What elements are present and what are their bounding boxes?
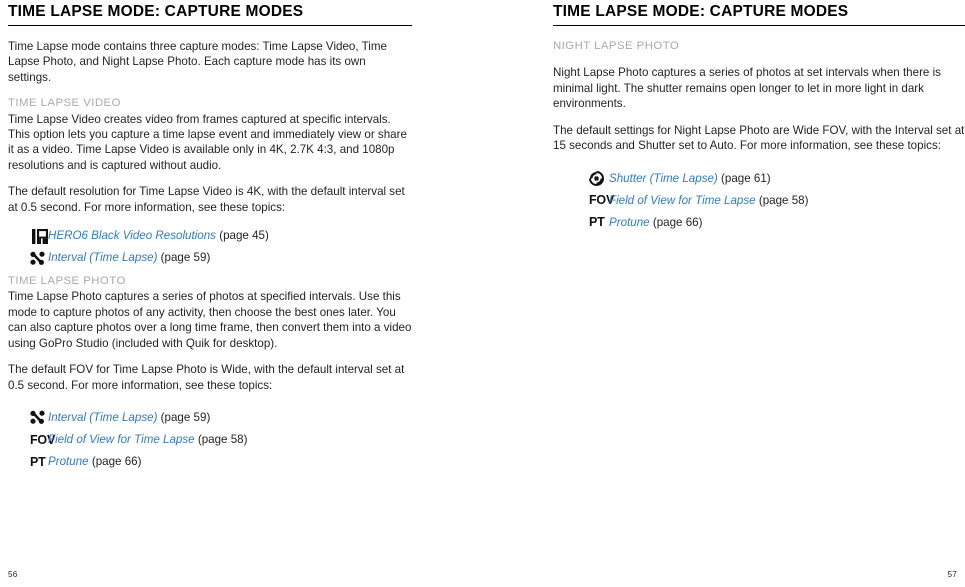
fov-icon: FOV xyxy=(553,194,614,207)
right-page: TIME LAPSE MODE: CAPTURE MODES NIGHT LAP… xyxy=(483,0,965,587)
protune-icon-label: PT xyxy=(589,215,605,230)
intro-paragraph: Time Lapse mode contains three capture m… xyxy=(8,40,387,84)
cross-reference-label: Protune (page 66) xyxy=(609,215,702,230)
list-item[interactable]: FOV Field of View for Time Lapse (page 5… xyxy=(8,430,412,450)
right-page-column: TIME LAPSE MODE: CAPTURE MODES NIGHT LAP… xyxy=(553,0,965,234)
cross-reference-link[interactable]: Protune xyxy=(48,455,89,468)
cross-reference-link[interactable]: Shutter (Time Lapse) xyxy=(609,172,718,185)
cross-reference-link[interactable]: Protune xyxy=(609,216,650,229)
page-number-left: 56 xyxy=(8,570,18,579)
interval-icon xyxy=(8,251,48,266)
cross-reference-link[interactable]: Interval (Time Lapse) xyxy=(48,251,157,264)
page-number-right: 57 xyxy=(947,570,957,579)
cross-reference-list-photo: Interval (Time Lapse) (page 59) FOV Fiel… xyxy=(8,408,412,472)
interval-icon xyxy=(8,410,48,425)
shutter-icon xyxy=(553,170,609,186)
page-reference: (page 66) xyxy=(652,215,703,229)
list-item[interactable]: PT Protune (page 66) xyxy=(8,452,412,472)
section-body2-time-lapse-video: The default resolution for Time Lapse Vi… xyxy=(8,185,405,214)
left-page-column: TIME LAPSE MODE: CAPTURE MODES Time Laps… xyxy=(8,0,412,474)
list-item[interactable]: Interval (Time Lapse) (page 59) xyxy=(8,408,412,428)
section-body-night-lapse-photo: Night Lapse Photo captures a series of p… xyxy=(553,66,941,111)
cross-reference-label: Field of View for Time Lapse (page 58) xyxy=(609,193,808,208)
section-body-time-lapse-video: Time Lapse Video creates video from fram… xyxy=(8,112,407,172)
page-reference: (page 59) xyxy=(160,411,211,425)
cross-reference-label: Interval (Time Lapse) (page 59) xyxy=(48,410,210,425)
page-reference: (page 66) xyxy=(91,455,142,469)
section-body2-night-lapse-photo: The default settings for Night Lapse Pho… xyxy=(553,123,965,153)
cross-reference-list-night: Shutter (Time Lapse) (page 61) FOV Field… xyxy=(553,168,965,232)
page-reference: (page 61) xyxy=(721,171,771,185)
cross-reference-link[interactable]: Interval (Time Lapse) xyxy=(48,411,157,424)
cross-reference-label: Interval (Time Lapse) (page 59) xyxy=(48,250,210,265)
cross-reference-list-video: HERO6 Black Video Resolutions (page 45) … xyxy=(8,226,412,268)
cross-reference-label: Shutter (Time Lapse) (page 61) xyxy=(609,171,771,186)
page-title: TIME LAPSE MODE: CAPTURE MODES xyxy=(8,3,304,20)
list-item[interactable]: FOV Field of View for Time Lapse (page 5… xyxy=(553,190,965,210)
protune-icon: PT xyxy=(8,456,48,469)
list-item[interactable]: HERO6 Black Video Resolutions (page 45) xyxy=(8,226,412,246)
list-item[interactable]: Interval (Time Lapse) (page 59) xyxy=(8,248,412,268)
page-reference: (page 58) xyxy=(197,433,248,447)
cross-reference-label: Protune (page 66) xyxy=(48,454,141,469)
fov-icon: FOV xyxy=(8,434,55,447)
section-body-time-lapse-photo: Time Lapse Photo captures a series of ph… xyxy=(8,290,412,350)
protune-icon-label: PT xyxy=(30,454,46,469)
page-reference: (page 45) xyxy=(219,229,269,243)
cross-reference-label: Field of View for Time Lapse (page 58) xyxy=(48,432,247,447)
cross-reference-link[interactable]: HERO6 Black Video Resolutions xyxy=(48,229,216,242)
protune-icon: PT xyxy=(553,216,609,229)
cross-reference-link[interactable]: Field of View for Time Lapse xyxy=(609,194,756,207)
cross-reference-label: HERO6 Black Video Resolutions (page 45) xyxy=(48,228,269,243)
video-resolutions-icon xyxy=(8,228,48,244)
section-heading-time-lapse-photo: TIME LAPSE PHOTO xyxy=(8,275,126,288)
section-heading-time-lapse-video: TIME LAPSE VIDEO xyxy=(8,97,121,110)
page-reference: (page 58) xyxy=(758,193,809,207)
cross-reference-link[interactable]: Field of View for Time Lapse xyxy=(48,433,195,446)
left-page: TIME LAPSE MODE: CAPTURE MODES Time Laps… xyxy=(0,0,482,587)
page-title: TIME LAPSE MODE: CAPTURE MODES xyxy=(553,3,849,20)
list-item[interactable]: PT Protune (page 66) xyxy=(553,212,965,232)
list-item[interactable]: Shutter (Time Lapse) (page 61) xyxy=(553,168,965,188)
section-heading-night-lapse-photo: NIGHT LAPSE PHOTO xyxy=(553,40,680,52)
section-body2-time-lapse-photo: The default FOV for Time Lapse Photo is … xyxy=(8,363,405,392)
page-reference: (page 59) xyxy=(160,251,211,265)
